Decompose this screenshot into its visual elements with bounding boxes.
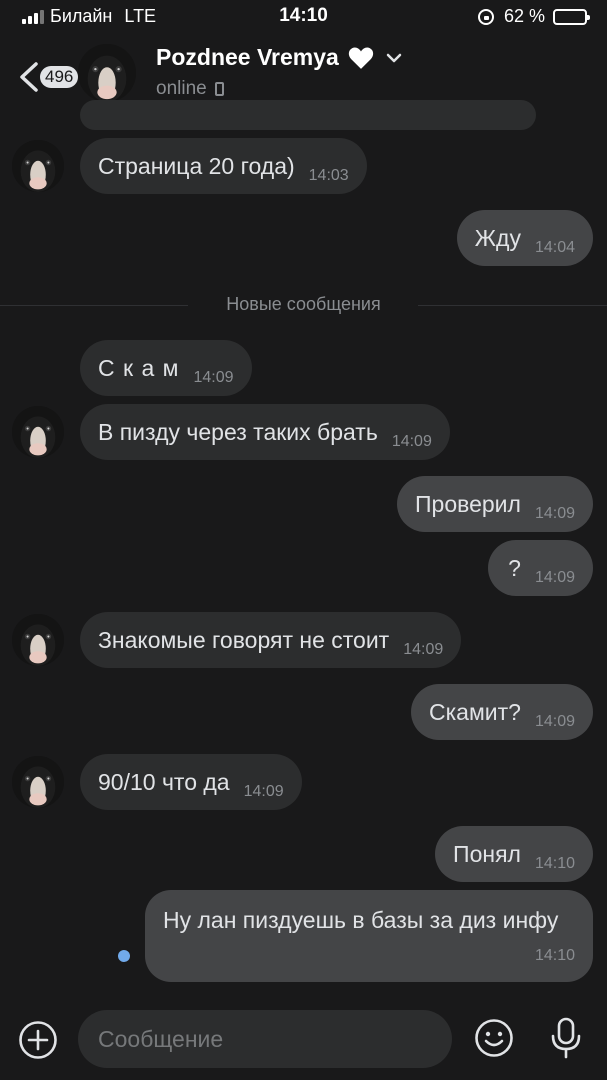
chevron-down-icon [386, 53, 402, 62]
message-bubble-partial [80, 100, 536, 130]
message-text: Скамит? [428, 699, 521, 725]
heart-icon [348, 47, 373, 69]
message-text: Понял [453, 841, 521, 867]
status-bar: Билайн LTE 14:10 62 % [0, 0, 607, 34]
message-time: 14:03 [308, 167, 349, 184]
message-bubble[interactable]: Ну лан пиздуешь в базы за диз инфу 14:10 [145, 890, 593, 982]
avatar[interactable] [12, 614, 64, 666]
battery-icon [553, 8, 590, 25]
contact-name: Pozdnee Vremya [156, 44, 339, 70]
contact-status: online [156, 78, 224, 100]
message-text: ? [508, 555, 521, 581]
message-text: Ну лан пиздуешь в базы за диз инфу [163, 907, 559, 933]
avatar[interactable] [12, 406, 64, 458]
message-time: 14:09 [534, 505, 575, 522]
back-arrow-icon [20, 62, 38, 92]
message-bubble[interactable]: Знакомые говорят не стоит 14:09 [80, 612, 462, 668]
message-text: Знакомые говорят не стоит [98, 627, 390, 653]
microphone-icon[interactable] [546, 1016, 586, 1060]
message-time: 14:09 [193, 369, 234, 386]
message-text: Жду [474, 225, 521, 251]
message-bubble[interactable]: Страница 20 года) 14:03 [80, 138, 367, 194]
message-time: 14:09 [391, 433, 432, 450]
message-time: 14:09 [534, 569, 575, 586]
avatar[interactable] [78, 44, 136, 102]
unread-indicator [118, 950, 130, 962]
message-bubble[interactable]: С к а м 14:09 [80, 340, 252, 396]
new-messages-divider: Новые сообщения [0, 293, 607, 317]
message-bubble[interactable]: В пизду через таких брать 14:09 [80, 404, 450, 460]
message-composer [0, 1002, 607, 1080]
message-time: 14:09 [403, 641, 444, 658]
message-bubble[interactable]: Проверил 14:09 [397, 476, 593, 532]
smile-icon[interactable] [474, 1018, 514, 1058]
avatar[interactable] [12, 140, 64, 192]
message-time: 14:10 [534, 855, 575, 872]
message-text: В пизду через таких брать [98, 419, 378, 445]
message-text: Страница 20 года) [98, 153, 295, 179]
status-right: 62 % [477, 6, 590, 27]
message-bubble[interactable]: Понял 14:10 [435, 826, 593, 882]
message-time: 14:09 [243, 783, 284, 800]
message-time: 14:09 [534, 713, 575, 730]
phone-icon [214, 82, 224, 96]
message-text: Проверил [415, 491, 521, 517]
message-bubble[interactable]: ? 14:09 [488, 540, 593, 596]
battery-percent: 62 % [503, 6, 545, 26]
message-input[interactable] [78, 1010, 452, 1068]
message-time: 14:04 [534, 239, 575, 256]
back-button[interactable]: 496 [18, 54, 79, 94]
unread-count-badge: 496 [40, 66, 79, 88]
contact-name-button[interactable]: Pozdnee Vremya [156, 44, 403, 71]
message-text: 90/10 что да [98, 769, 230, 795]
divider-line [418, 305, 607, 306]
rotation-lock-icon [477, 8, 494, 25]
message-bubble[interactable]: 90/10 что да 14:09 [80, 754, 302, 810]
message-bubble[interactable]: Жду 14:04 [456, 210, 593, 266]
message-time: 14:10 [534, 947, 575, 964]
status-text: online [156, 78, 207, 99]
avatar[interactable] [12, 756, 64, 808]
message-bubble[interactable]: Скамит? 14:09 [410, 684, 593, 740]
plus-circle-icon[interactable] [18, 1020, 58, 1060]
message-text: С к а м [98, 355, 180, 381]
